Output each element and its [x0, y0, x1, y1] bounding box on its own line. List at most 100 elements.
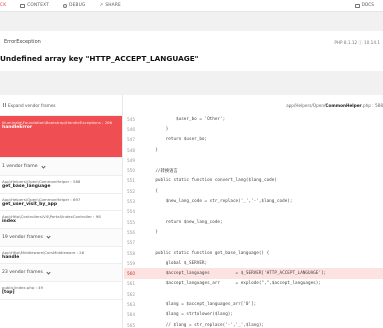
nav-context-label: CONTEXT: [27, 3, 50, 8]
vendor-frames-toggle[interactable]: 23 vendor frames: [0, 264, 122, 282]
code-line: 549: [124, 155, 383, 165]
nav-stack-label: CK: [0, 3, 7, 8]
line-number[interactable]: 546: [124, 127, 145, 132]
code-text: }: [145, 126, 169, 132]
stack-frame[interactable]: App\Http\Middleware\CorsMiddleware : 26 h…: [0, 247, 122, 264]
line-number[interactable]: 565: [124, 323, 145, 328]
vendor-frames-toggle[interactable]: 19 vendor frames: [0, 228, 122, 247]
code-line: 556 }: [124, 227, 383, 237]
vendor-frames-label: 23 vendor frames: [2, 270, 43, 275]
stack-frame[interactable]: public/index.php : 49 [top]: [0, 282, 122, 300]
vendor-frames-label: 19 vendor frames: [2, 234, 43, 240]
line-number[interactable]: 549: [124, 158, 145, 163]
frame-method: get_user_visit_by_app: [2, 201, 58, 207]
line-number[interactable]: 552: [124, 189, 145, 194]
frame-method: get_base_language: [2, 184, 51, 189]
code-text: }: [145, 229, 158, 235]
nav-docs-label: DOCS: [361, 3, 374, 8]
line-number[interactable]: 548: [124, 148, 145, 153]
code-panel: app/Helpers/Open/CommonHelper.php : 588 …: [124, 95, 383, 328]
code-text: global $_SERVER;: [145, 260, 208, 266]
line-number[interactable]: 547: [124, 137, 145, 142]
line-number[interactable]: 557: [124, 240, 145, 245]
code-text: return $new_lang_code;: [145, 219, 223, 225]
docs-icon: [354, 3, 360, 8]
stack-frames: Expand vendor frames Illuminate\Foundati…: [0, 95, 123, 328]
nav-stack[interactable]: CK: [0, 3, 6, 8]
line-number[interactable]: 562: [124, 292, 145, 297]
stack-frame[interactable]: App\Helpers\Open\CommonHelper : 588 get_b…: [0, 176, 122, 194]
vendor-frames-label: 1 vendor frame: [2, 164, 38, 169]
code-text: $accept_languages_arr = explode(",",$acc…: [145, 281, 321, 287]
context-icon: [20, 3, 26, 8]
code-text: //转换语言: [145, 168, 178, 174]
frame-method: handle: [2, 254, 20, 260]
php-version: PHP 8.1.12 ⓘ 10.14.1: [334, 40, 380, 45]
code-line: 551 public static function convert_lang(…: [124, 176, 383, 186]
line-number[interactable]: 553: [124, 199, 145, 204]
code-text: // $lang = str_replace('-','_',$lang);: [145, 322, 264, 328]
share-icon: ↗: [99, 3, 104, 8]
code-text: $accept_languages = $_SERVER['HTTP_ACCEP…: [145, 271, 327, 277]
line-number[interactable]: 550: [124, 168, 145, 173]
nav-debug-label: DEBUG: [69, 3, 86, 8]
top-nav: CK CONTEXT DEBUG ↗ SHARE DOCS: [0, 0, 383, 12]
vendor-frames-toggle[interactable]: 1 vendor frame: [0, 158, 122, 176]
line-number[interactable]: 558: [124, 251, 145, 256]
stack-frame[interactable]: Illuminate\Foundation\Bootstrap\HandleEx…: [0, 116, 122, 158]
code-line: 561 $accept_languages_arr = explode(",",…: [124, 279, 383, 289]
file-path-prefix: app/Helpers/Open/: [286, 103, 326, 108]
chevron-down-icon: [40, 163, 46, 169]
code-text: $lang = $accept_languages_arr['0'];: [145, 301, 257, 307]
line-number[interactable]: 563: [124, 302, 145, 307]
nav-context[interactable]: CONTEXT: [20, 3, 49, 8]
nav-docs[interactable]: DOCS: [354, 3, 374, 8]
code-text: $lang = strtolower($lang);: [145, 312, 233, 318]
line-number[interactable]: 560: [124, 271, 145, 276]
frame-method: index: [2, 219, 16, 224]
code-line: 547 return $user_bo;: [124, 135, 383, 145]
code-line: 563 $lang = $accept_languages_arr['0'];: [124, 299, 383, 309]
expand-vendor-frames-button[interactable]: Expand vendor frames: [0, 95, 122, 116]
chevron-down-icon: [46, 269, 51, 275]
code-line: 546 }: [124, 124, 383, 134]
code-line: 562: [124, 289, 383, 299]
code-line: 553 $new_lang_code = str_replace('_','-'…: [124, 196, 383, 206]
debug-icon: [63, 3, 68, 8]
expand-icon: [3, 103, 6, 107]
exception-class: ErrorException: [4, 39, 41, 45]
line-number[interactable]: 556: [124, 230, 145, 235]
nav-debug[interactable]: DEBUG: [63, 3, 85, 8]
stack-frame[interactable]: App\Helpers\Open\CommonHelper : 697 get_u…: [0, 194, 122, 211]
line-number[interactable]: 564: [124, 312, 145, 317]
code-line: 559 global $_SERVER;: [124, 258, 383, 268]
line-number[interactable]: 545: [124, 117, 145, 122]
code-text: }: [145, 147, 158, 153]
nav-share-label: SHARE: [105, 3, 121, 8]
line-number[interactable]: 551: [124, 178, 145, 183]
line-number[interactable]: 559: [124, 261, 145, 266]
code-text: $user_bo = 'Other';: [145, 116, 226, 122]
file-path-name: CommonHelper: [325, 103, 362, 108]
chevron-down-icon: [46, 234, 51, 239]
exception-header: ErrorException PHP 8.1.12 ⓘ 10.14.1: [0, 31, 383, 71]
file-path-suffix: .php : 588: [361, 103, 383, 108]
code-line: 565 // $lang = str_replace('-','_',$lang…: [124, 320, 383, 328]
expand-label: Expand vendor frames: [8, 102, 56, 108]
line-number[interactable]: 561: [124, 281, 145, 286]
code-text: {: [145, 188, 158, 194]
code-lines: 545 $user_bo = 'Other'; 546 } 547 return $…: [124, 114, 383, 328]
highlighted-code-line: 560 $accept_languages = $_SERVER['HTTP_A…: [124, 268, 383, 279]
code-line: 548 }: [124, 145, 383, 155]
code-text: return $user_bo;: [145, 137, 208, 143]
code-line: 564 $lang = strtolower($lang);: [124, 310, 383, 320]
line-number[interactable]: 555: [124, 220, 145, 225]
frame-method: [top]: [2, 290, 15, 295]
code-line: 554: [124, 207, 383, 217]
file-path[interactable]: app/Helpers/Open/CommonHelper.php : 588: [286, 103, 383, 108]
code-line: 552 {: [124, 186, 383, 196]
frame-list: Illuminate\Foundation\Bootstrap\HandleEx…: [0, 116, 122, 300]
stack-frame[interactable]: App\Http\Controllers\V4\Portal\IndexCont…: [0, 211, 122, 229]
line-number[interactable]: 554: [124, 209, 145, 214]
nav-share[interactable]: ↗ SHARE: [100, 3, 121, 8]
